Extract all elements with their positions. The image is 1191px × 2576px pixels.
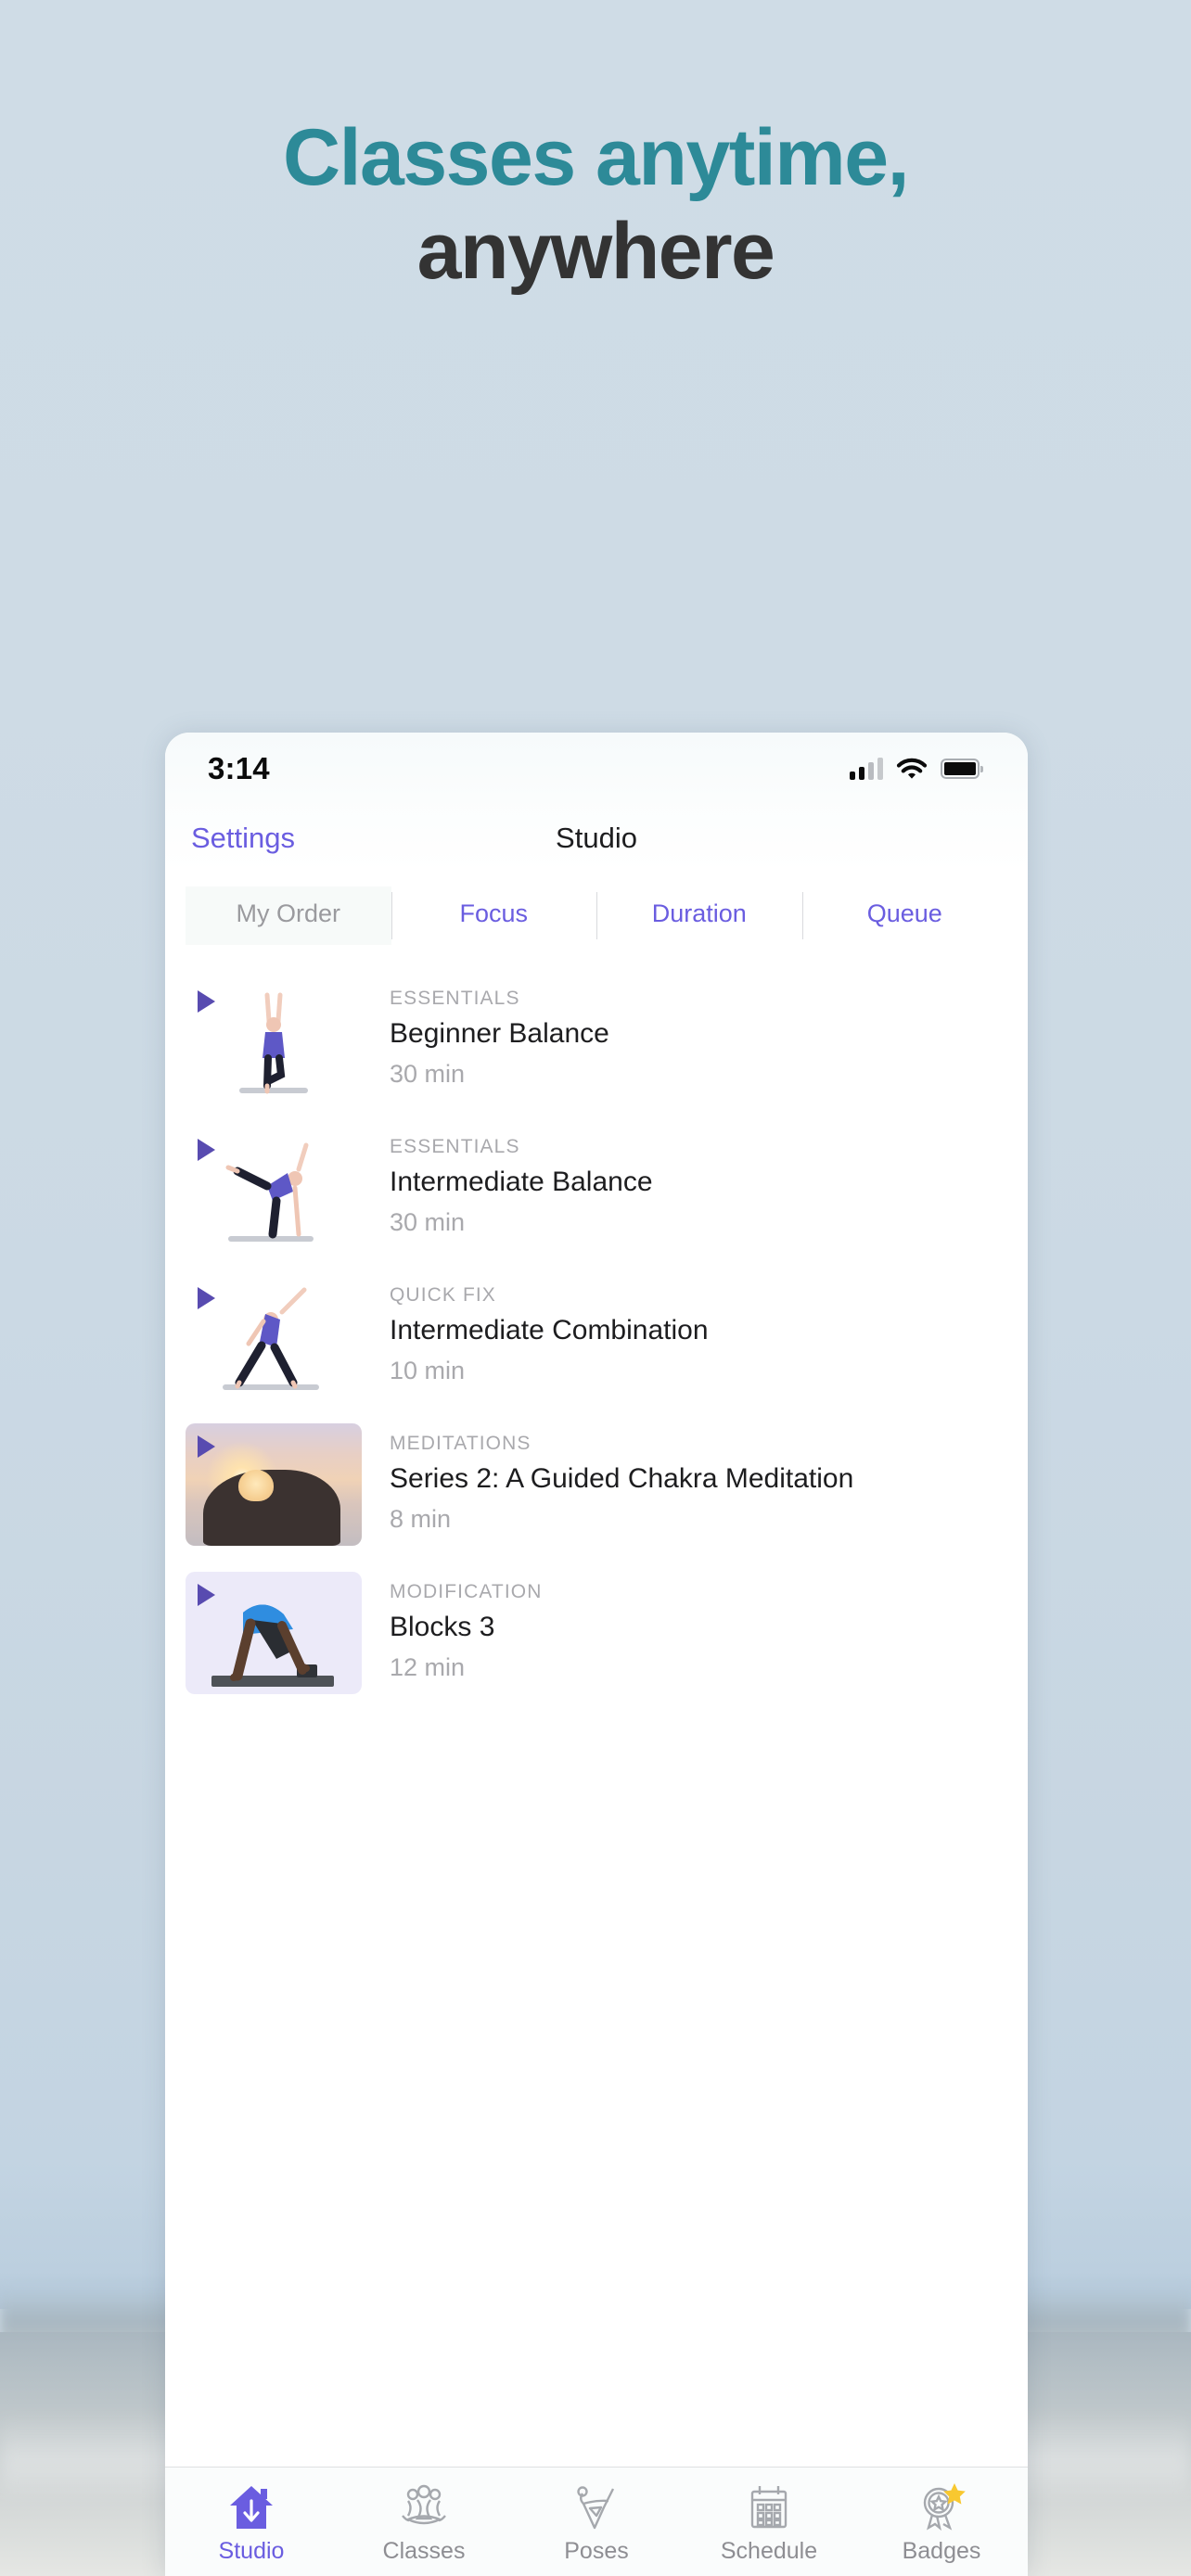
class-duration: 30 min (390, 1059, 466, 1088)
class-category: ESSENTIALS (390, 988, 520, 1009)
tab-classes[interactable]: Classes (338, 2479, 510, 2565)
nav-bar: Settings Studio (165, 805, 1028, 872)
tab-label: Badges (902, 2538, 981, 2564)
tab-badges[interactable]: Badges (855, 2479, 1028, 2565)
play-icon[interactable] (198, 1287, 215, 1309)
class-list: ESSENTIALS Beginner Balance 30 min ESSEN… (165, 965, 1028, 1715)
headline-line-1: Classes anytime, (283, 113, 909, 202)
list-item[interactable]: MEDITATIONS Series 2: A Guided Chakra Me… (165, 1410, 1028, 1559)
tab-queue[interactable]: Queue (801, 886, 1008, 945)
yoga-pose-outline-icon (510, 2479, 683, 2536)
class-title: Series 2: A Guided Chakra Meditation (390, 1463, 854, 1494)
list-item[interactable]: ESSENTIALS Beginner Balance 30 min (165, 965, 1028, 1114)
class-title: Blocks 3 (390, 1612, 495, 1642)
sun-glow (238, 1470, 274, 1502)
page-title: Studio (556, 822, 637, 854)
tab-my-order[interactable]: My Order (186, 886, 391, 945)
list-item[interactable]: ESSENTIALS Intermediate Balance 30 min (165, 1114, 1028, 1262)
battery-icon (941, 759, 983, 779)
award-rosette-star-icon (855, 2479, 1028, 2536)
tab-studio[interactable]: Studio (165, 2479, 338, 2565)
marketing-headline: Classes anytime, anywhere (0, 111, 1191, 299)
class-meta: MEDITATIONS Series 2: A Guided Chakra Me… (362, 1423, 1007, 1534)
tab-schedule[interactable]: Schedule (683, 2479, 855, 2565)
status-bar: 3:14 (165, 733, 1028, 805)
list-item[interactable]: QUICK FIX Intermediate Combination 10 mi… (165, 1262, 1028, 1410)
class-category: ESSENTIALS (390, 1136, 520, 1157)
tab-poses[interactable]: Poses (510, 2479, 683, 2565)
tab-duration[interactable]: Duration (596, 886, 802, 945)
class-category: MODIFICATION (390, 1581, 543, 1602)
class-category: MEDITATIONS (390, 1433, 531, 1454)
class-title: Intermediate Balance (390, 1167, 653, 1197)
sort-segmented-control: My Order Focus Duration Queue (165, 872, 1028, 965)
class-title: Beginner Balance (390, 1018, 609, 1049)
phone-mockup: 3:14 Settings Studio My Order Focus Dura… (165, 733, 1028, 2576)
class-thumbnail[interactable] (186, 1275, 362, 1397)
class-title: Intermediate Combination (390, 1315, 709, 1345)
class-duration: 30 min (390, 1207, 466, 1236)
class-duration: 12 min (390, 1652, 466, 1681)
status-bar-indicators (850, 758, 983, 781)
class-thumbnail[interactable] (186, 1423, 362, 1546)
status-bar-clock: 3:14 (208, 751, 270, 785)
tab-label: Studio (218, 2538, 285, 2564)
class-thumbnail[interactable] (186, 1127, 362, 1249)
class-meta: ESSENTIALS Beginner Balance 30 min (362, 978, 1007, 1089)
class-meta: ESSENTIALS Intermediate Balance 30 min (362, 1127, 1007, 1237)
headline-line-2: anywhere (416, 207, 775, 296)
house-download-icon (165, 2479, 338, 2536)
class-thumbnail[interactable] (186, 978, 362, 1101)
class-duration: 8 min (390, 1504, 452, 1533)
play-icon[interactable] (198, 990, 215, 1013)
tab-label: Schedule (720, 2538, 818, 2564)
class-duration: 10 min (390, 1356, 466, 1384)
class-thumbnail[interactable] (186, 1572, 362, 1694)
wifi-icon (896, 758, 928, 779)
calendar-icon (683, 2479, 855, 2536)
tab-focus[interactable]: Focus (391, 886, 597, 945)
play-icon[interactable] (198, 1435, 215, 1458)
play-icon[interactable] (198, 1139, 215, 1161)
list-item[interactable]: MODIFICATION Blocks 3 12 min (165, 1559, 1028, 1707)
bottom-tab-bar: Studio Classes Poses Schedule Badges (165, 2467, 1028, 2576)
class-meta: MODIFICATION Blocks 3 12 min (362, 1572, 1007, 1682)
tab-label: Classes (382, 2538, 466, 2564)
cellular-bars-icon (850, 758, 883, 780)
class-meta: QUICK FIX Intermediate Combination 10 mi… (362, 1275, 1007, 1385)
play-icon[interactable] (198, 1584, 215, 1606)
class-category: QUICK FIX (390, 1284, 496, 1306)
group-meditation-icon (338, 2479, 510, 2536)
tab-label: Poses (564, 2538, 629, 2564)
